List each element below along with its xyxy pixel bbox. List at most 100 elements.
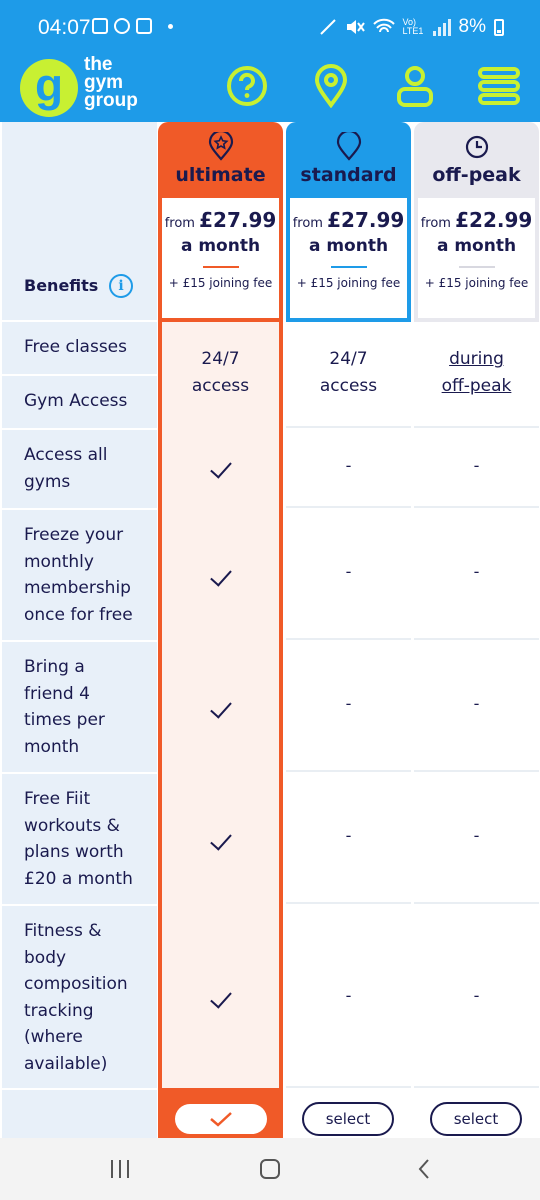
benefit-line: Access all — [24, 445, 108, 465]
row-divider — [414, 1086, 539, 1088]
gym-group-logo[interactable]: g — [20, 59, 78, 117]
price-divider — [330, 266, 367, 268]
recent-apps-icon[interactable] — [100, 1154, 140, 1184]
system-nav-bar — [0, 1138, 540, 1200]
dash-value: - — [473, 456, 480, 475]
benefit-line: month — [24, 736, 80, 757]
benefit-label-footer — [2, 1088, 157, 1138]
price-period: a month — [180, 236, 261, 256]
app-header: g the gym group — [0, 55, 540, 122]
row-divider — [286, 638, 411, 640]
row-divider — [286, 902, 411, 904]
benefit-label-access-all-gyms: Access all gyms — [2, 428, 157, 508]
benefit-line: Fitness & — [24, 921, 102, 941]
dash-value: - — [345, 694, 352, 713]
back-icon[interactable] — [404, 1154, 444, 1184]
price-line: from £22.99 — [418, 208, 535, 232]
price-divider — [458, 266, 495, 268]
access-value-ultimate: 24/7 access — [162, 346, 279, 400]
price-box-off-peak: from £22.99 a month + £15 joining fee — [418, 198, 535, 318]
benefit-line: Free classes — [24, 337, 127, 357]
benefit-line: times per — [24, 710, 105, 730]
location-icon[interactable] — [307, 62, 355, 110]
dash-value: - — [345, 826, 352, 845]
ultimate-selected-button[interactable] — [175, 1104, 267, 1134]
tick-icon — [162, 564, 279, 587]
home-icon[interactable] — [250, 1154, 290, 1184]
joining-fee: + £15 joining fee — [296, 276, 401, 290]
benefit-line: composition — [24, 974, 128, 994]
select-off-peak-button[interactable]: select — [430, 1102, 522, 1136]
clock-icon — [462, 132, 492, 166]
benefit-line: friend 4 — [24, 683, 90, 704]
status-right: Vo) LTE1 8% — [319, 16, 504, 38]
tick-icon — [162, 828, 279, 851]
row-divider — [286, 506, 411, 508]
help-icon[interactable] — [223, 62, 271, 110]
logo-wordmark: the gym group — [84, 55, 138, 110]
status-bar: 04:07 Vo) LTE1 8% — [0, 0, 540, 56]
account-icon[interactable] — [391, 62, 439, 110]
price-value: £22.99 — [455, 208, 533, 232]
plan-column-ultimate: ultimate from £27.99 a month + £15 joini… — [158, 122, 283, 1138]
benefit-line: once for free — [24, 604, 133, 625]
tick-icon — [162, 456, 279, 479]
benefit-line: (where — [24, 1027, 83, 1047]
access-line: during — [449, 349, 504, 369]
joining-fee: + £15 joining fee — [168, 276, 273, 290]
price-line: from £27.99 — [162, 208, 279, 232]
benefit-label-fiit-workouts: Free Fiit workouts & plans worth £20 a m… — [2, 772, 157, 904]
dash-value: - — [473, 826, 480, 845]
ultimate-star-pin-icon — [206, 129, 236, 166]
benefit-label-bring-a-friend: Bring a friend 4 times per month — [2, 640, 157, 772]
pen-icon — [319, 19, 336, 35]
tick-icon — [162, 696, 279, 719]
row-divider — [414, 426, 539, 428]
battery-percent: 8% — [458, 16, 486, 37]
plan-name-off-peak: off-peak — [432, 164, 521, 186]
battery-icon — [494, 18, 504, 36]
dash-value: - — [473, 986, 480, 1005]
info-icon[interactable]: i — [109, 274, 133, 298]
row-divider — [414, 638, 539, 640]
price-from: from — [292, 216, 323, 231]
price-from: from — [164, 216, 195, 231]
joining-fee: + £15 joining fee — [424, 276, 529, 290]
benefit-line: Gym Access — [24, 391, 128, 411]
price-period: a month — [308, 236, 389, 256]
benefits-header: Benefits i — [2, 122, 157, 320]
row-divider — [286, 1086, 411, 1088]
benefit-line: £20 a month — [24, 868, 133, 889]
dash-value: - — [345, 562, 352, 581]
benefit-line: Bring a — [24, 657, 85, 677]
benefit-line: gyms — [24, 471, 71, 492]
off-peak-hours-link[interactable]: during off-peak — [414, 346, 539, 400]
status-time: 04:07 — [38, 16, 91, 39]
price-from: from — [420, 216, 451, 231]
dash-value: - — [473, 562, 480, 581]
row-divider — [414, 902, 539, 904]
select-standard-button[interactable]: select — [302, 1102, 394, 1136]
price-box-ultimate: from £27.99 a month + £15 joining fee — [162, 198, 279, 318]
benefit-line: Free Fiit — [24, 789, 91, 809]
price-value: £27.99 — [199, 208, 277, 232]
more-notifications-icon — [168, 23, 173, 29]
benefit-line: tracking — [24, 1000, 94, 1021]
wifi-icon — [372, 18, 395, 33]
row-divider — [414, 770, 539, 772]
signal-icon — [432, 18, 451, 36]
dash-value: - — [345, 986, 352, 1005]
benefit-line: available) — [24, 1053, 108, 1074]
plan-name-ultimate: ultimate — [175, 164, 266, 186]
plan-head-off-peak: off-peak from £22.99 a month + £15 joini… — [414, 122, 539, 322]
dash-value: - — [473, 694, 480, 713]
benefit-label-gym-access: Gym Access — [2, 374, 157, 428]
notification-icons — [92, 18, 173, 34]
price-value: £27.99 — [327, 208, 405, 232]
plan-head-standard: standard from £27.99 a month + £15 joini… — [286, 122, 411, 322]
access-line: access — [191, 376, 250, 396]
menu-icon[interactable] — [475, 62, 523, 110]
benefit-line: monthly — [24, 551, 94, 572]
tick-icon — [162, 986, 279, 1009]
ultimate-body: 24/7 access — [162, 322, 279, 1088]
